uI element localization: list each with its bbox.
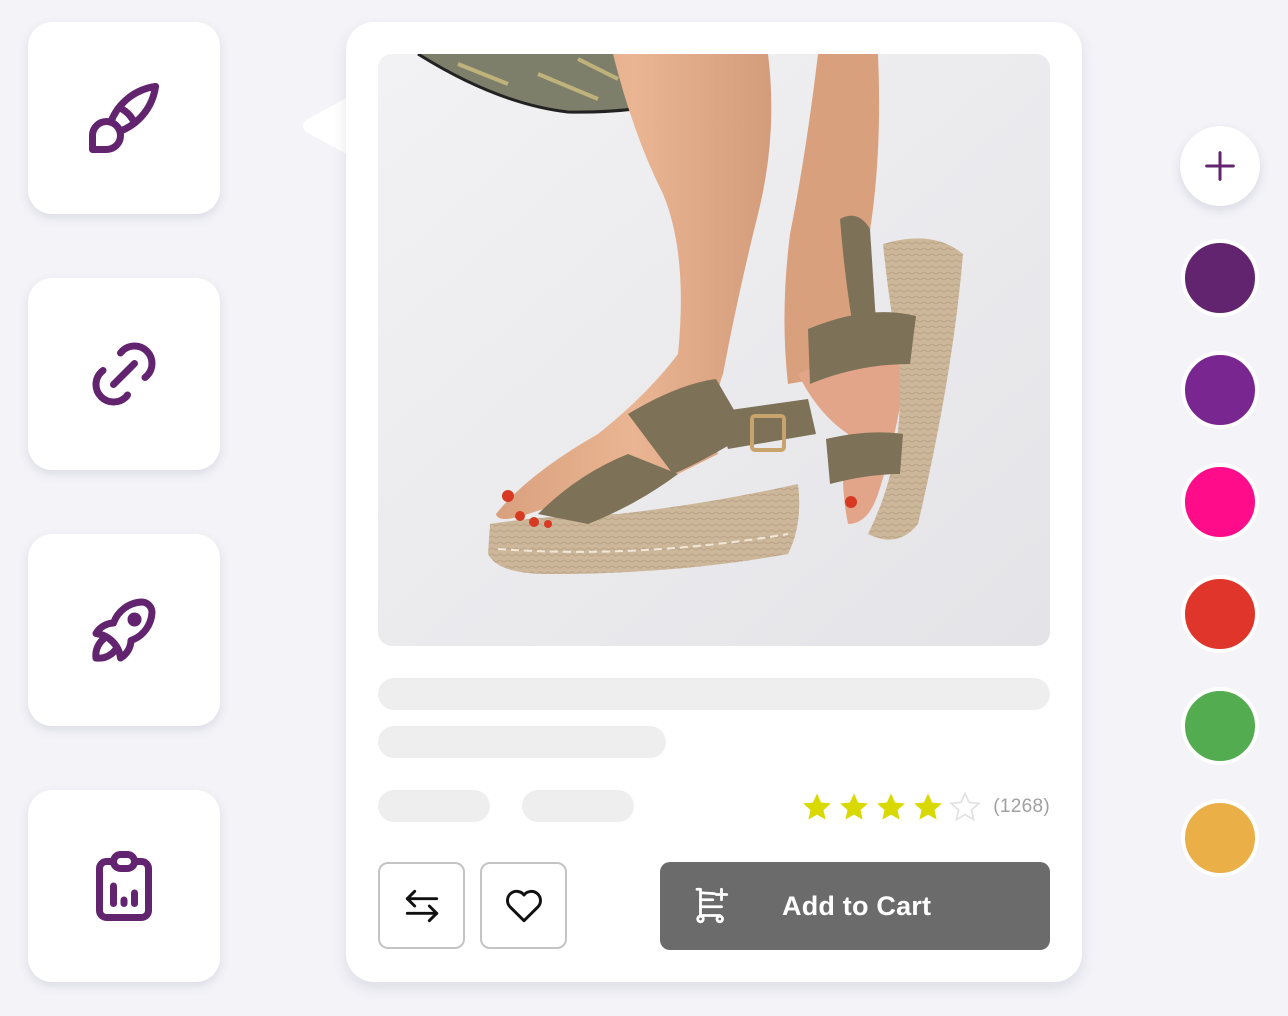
title-skeleton [378,678,1050,710]
paintbrush-icon [89,83,159,153]
rocket-icon [92,598,156,662]
old-price-skeleton [522,790,634,822]
wishlist-button[interactable] [480,862,567,949]
add-color-button[interactable] [1180,126,1260,206]
product-rating: (1268) [800,790,1050,824]
heart-icon [505,889,542,922]
star-filled-icon [877,793,906,820]
tool-button-launch[interactable] [28,534,220,726]
subtitle-skeleton [378,726,666,758]
color-swatch-dark-purple[interactable] [1181,239,1259,317]
add-to-cart-label: Add to Cart [782,891,932,921]
color-swatch-green[interactable] [1181,687,1259,765]
add-to-cart-button[interactable]: Add to Cart [660,862,1050,950]
tool-button-report[interactable] [28,790,220,982]
sandal-photo [378,54,1050,646]
clipboard-chart-icon [96,851,152,921]
plus-icon [1205,151,1235,181]
color-swatch-pink[interactable] [1181,463,1259,541]
rating-count: (1268) [993,796,1050,817]
color-swatch-red[interactable] [1181,575,1259,653]
link-icon [92,342,156,406]
tool-button-link[interactable] [28,278,220,470]
compare-button[interactable] [378,862,465,949]
cart-plus-icon [695,887,729,924]
color-swatch-purple[interactable] [1181,351,1259,429]
tool-button-design[interactable] [28,22,220,214]
product-image[interactable] [378,54,1050,646]
arrows-left-right-icon [405,889,438,922]
star-filled-icon [840,793,869,820]
color-swatch-orange[interactable] [1181,799,1259,877]
star-empty-icon [949,791,982,822]
star-filled-icon [914,793,943,820]
product-card: (1268) Add to Cart [346,22,1082,982]
price-skeleton [378,790,490,822]
star-filled-icon [803,793,832,820]
